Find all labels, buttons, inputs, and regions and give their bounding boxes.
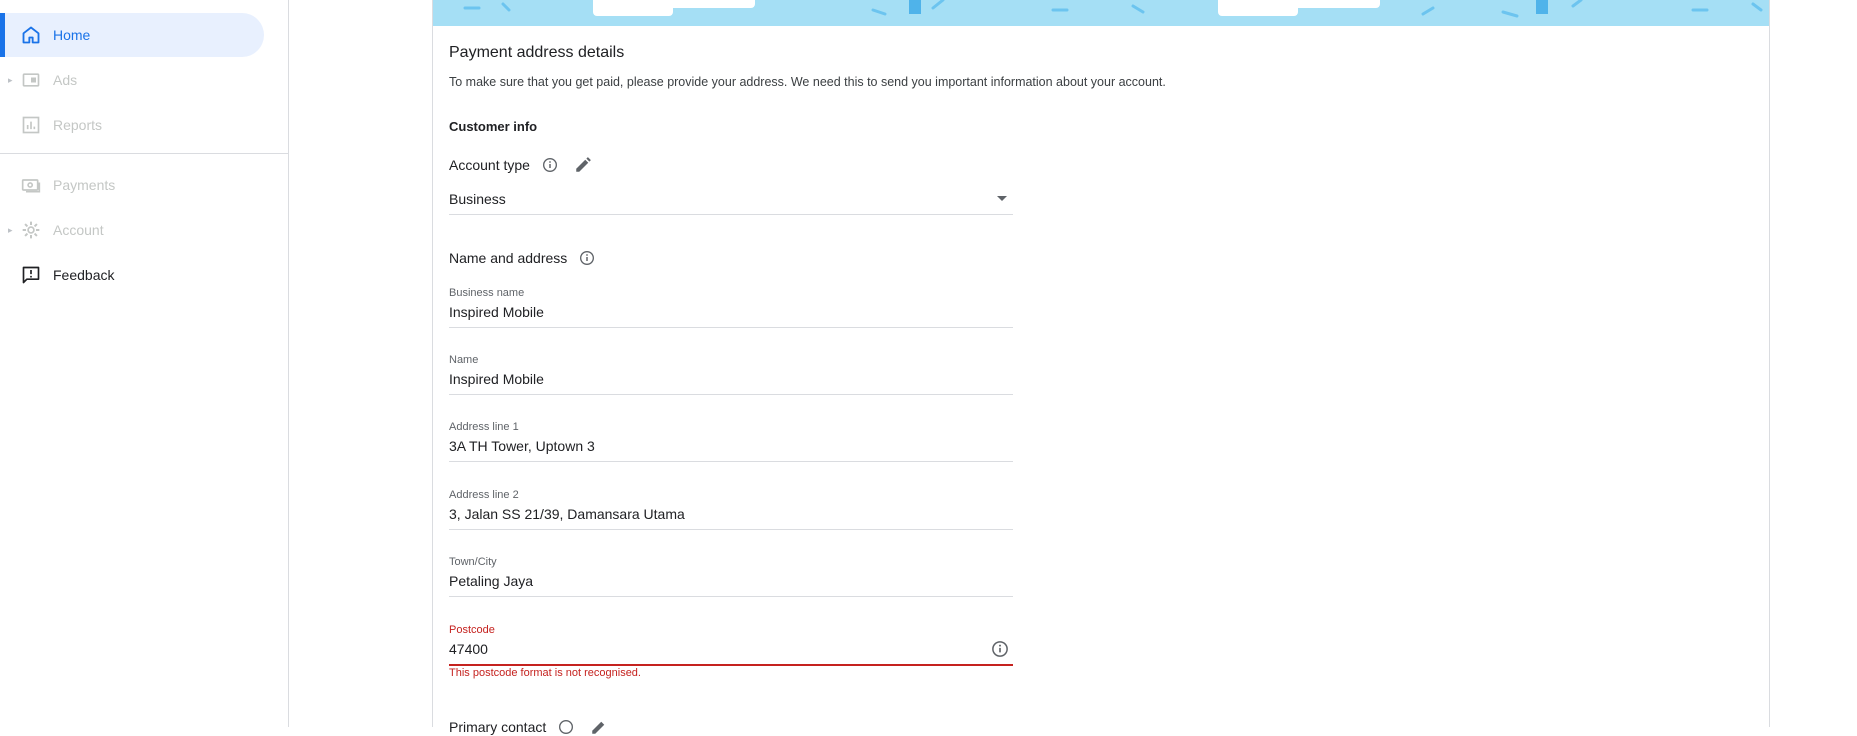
pencil-icon[interactable] [574, 156, 592, 174]
address-line-1-input[interactable] [449, 435, 969, 457]
town-city-label: Town/City [449, 556, 497, 568]
info-icon[interactable] [579, 250, 595, 266]
page-title: Payment address details [449, 44, 625, 61]
reports-icon [20, 114, 42, 136]
sidebar-item-label: Payments [53, 177, 116, 193]
chevron-right-icon: ▸ [8, 224, 13, 235]
name-input[interactable] [449, 368, 969, 390]
business-name-input[interactable] [449, 301, 969, 323]
business-name-label: Business name [449, 287, 525, 299]
account-type-row: Account type [449, 156, 592, 174]
account-type-value: Business [449, 191, 506, 207]
gear-icon [20, 219, 42, 241]
address-line-2-label: Address line 2 [449, 489, 519, 501]
dropdown-arrow-icon [997, 196, 1007, 201]
feedback-icon [20, 264, 42, 286]
chevron-right-icon: ▸ [8, 74, 13, 85]
primary-contact-row: Primary contact [449, 718, 608, 736]
sidebar-item-account[interactable]: ▸ Account [0, 208, 264, 252]
sidebar: Home ▸ Ads Reports Payments ▸ Account Fe… [0, 0, 289, 727]
postcode-input[interactable] [449, 638, 969, 660]
sidebar-item-payments[interactable]: Payments [0, 163, 264, 207]
sidebar-item-label: Account [53, 222, 104, 238]
address-line-1-field: Address line 1 [449, 421, 1013, 462]
info-icon[interactable] [991, 640, 1009, 658]
address-line-2-field: Address line 2 [449, 489, 1013, 530]
sidebar-divider [0, 153, 288, 154]
address-line-1-label: Address line 1 [449, 421, 519, 433]
sidebar-item-label: Ads [53, 72, 78, 88]
sidebar-item-feedback[interactable]: Feedback [0, 253, 264, 297]
sidebar-item-home[interactable]: Home [0, 13, 264, 57]
page-description: To make sure that you get paid, please p… [449, 75, 1166, 89]
sidebar-item-label: Reports [53, 117, 103, 133]
sidebar-item-ads[interactable]: ▸ Ads [0, 58, 264, 102]
payment-address-card: Payment address details To make sure tha… [432, 0, 1770, 735]
sidebar-item-label: Feedback [53, 267, 115, 283]
postcode-field: Postcode [449, 624, 1013, 666]
account-type-label: Account type [449, 157, 530, 173]
pencil-icon[interactable] [590, 718, 608, 736]
town-city-field: Town/City [449, 556, 1013, 597]
postcode-label: Postcode [449, 624, 495, 636]
info-icon[interactable] [542, 157, 558, 173]
primary-contact-heading: Primary contact [449, 719, 547, 735]
name-and-address-row: Name and address [449, 250, 595, 266]
sidebar-item-reports[interactable]: Reports [0, 103, 264, 147]
ads-icon [20, 69, 42, 91]
name-and-address-heading: Name and address [449, 250, 568, 266]
name-label: Name [449, 354, 479, 366]
info-icon[interactable] [558, 719, 574, 735]
account-type-select[interactable]: Business [449, 186, 1013, 215]
address-line-2-input[interactable] [449, 503, 969, 525]
town-city-input[interactable] [449, 570, 969, 592]
sidebar-item-label: Home [53, 27, 91, 43]
home-icon [20, 24, 42, 46]
payments-icon [20, 174, 42, 196]
business-name-field: Business name [449, 287, 1013, 328]
postcode-error-message: This postcode format is not recognised. [449, 667, 641, 679]
customer-info-heading: Customer info [449, 119, 538, 134]
name-field: Name [449, 354, 1013, 395]
banner-illustration [433, 0, 1769, 26]
